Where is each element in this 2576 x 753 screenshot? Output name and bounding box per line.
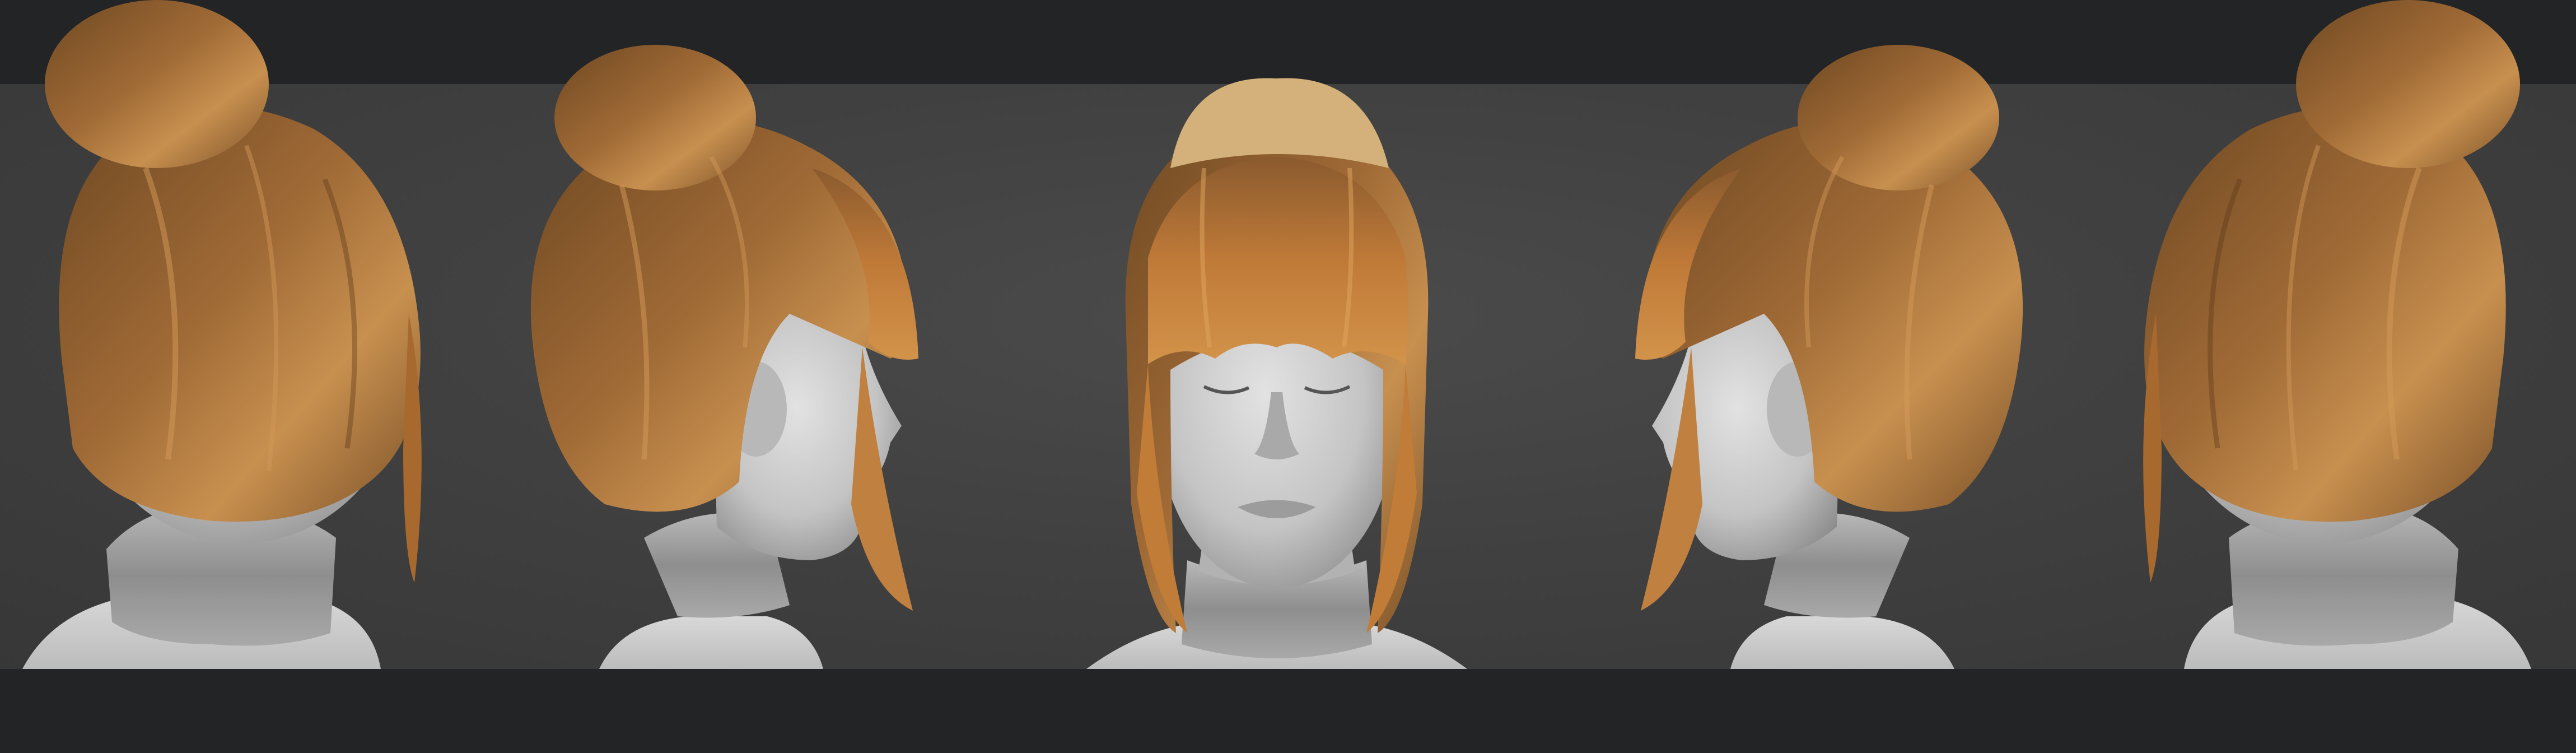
right-profile-view — [1562, 0, 2078, 753]
shoulder — [599, 616, 823, 669]
hair-bun — [554, 45, 756, 190]
hair-bun — [1798, 45, 1999, 190]
left-profile-view — [476, 0, 991, 753]
back-left-view — [0, 0, 493, 753]
hair-bun — [45, 0, 269, 168]
hair-bun — [2296, 0, 2520, 168]
back-right-view — [2072, 0, 2576, 753]
shoulder — [1730, 616, 1954, 669]
loose-strand — [851, 347, 913, 611]
loose-strand — [1641, 347, 1702, 611]
hair-mass — [59, 106, 421, 522]
hair-mass — [2144, 106, 2506, 522]
front-view — [1019, 0, 1534, 753]
turntable-render — [0, 0, 2576, 753]
